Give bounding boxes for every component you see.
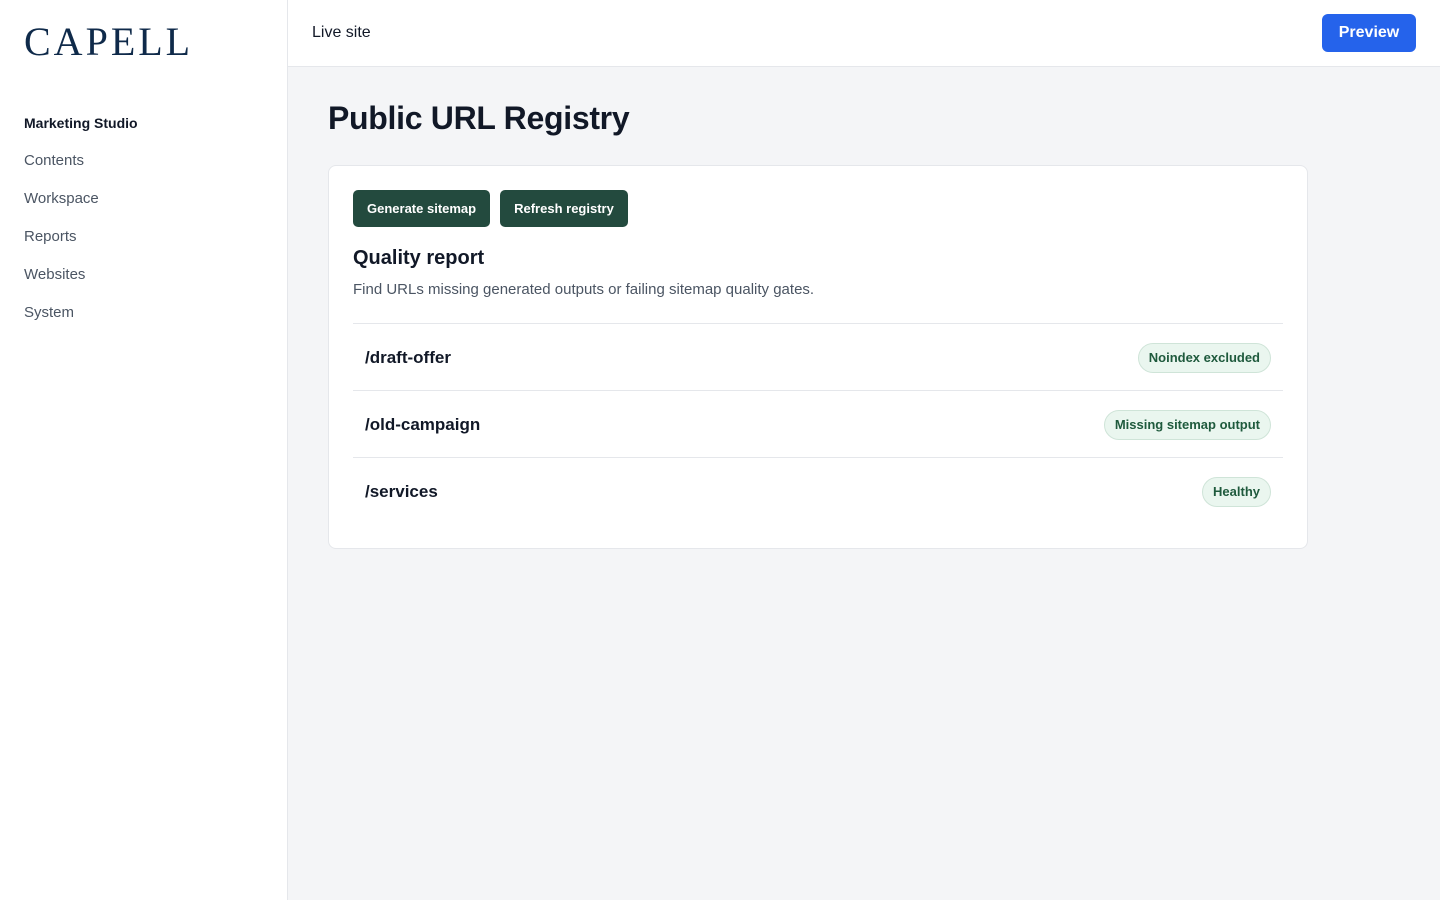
list-item[interactable]: /old-campaign Missing sitemap output bbox=[353, 390, 1283, 457]
page-title: Public URL Registry bbox=[328, 100, 630, 136]
sidebar-item-system[interactable]: System bbox=[24, 304, 264, 342]
status-badge: Missing sitemap output bbox=[1103, 410, 1271, 440]
url-path: /old-campaign bbox=[365, 415, 481, 434]
refresh-registry-button[interactable]: Refresh registry bbox=[500, 190, 628, 227]
main-content: Live site Preview Public URL Registry Ge… bbox=[288, 0, 1440, 900]
sidebar-nav: Marketing Studio Contents Workspace Repo… bbox=[24, 114, 264, 342]
url-path: /draft-offer bbox=[365, 348, 451, 367]
sidebar-item-websites[interactable]: Websites bbox=[24, 266, 264, 304]
status-badge: Noindex excluded bbox=[1137, 343, 1271, 373]
sidebar-item-marketing-studio[interactable]: Marketing Studio bbox=[24, 114, 264, 152]
registry-card: Generate sitemap Refresh registry Qualit… bbox=[328, 165, 1308, 549]
app-shell: CAPELL Marketing Studio Contents Workspa… bbox=[0, 0, 1440, 900]
topbar-title[interactable]: Live site bbox=[312, 24, 371, 42]
sidebar-item-workspace[interactable]: Workspace bbox=[24, 190, 264, 228]
status-badge: Healthy bbox=[1202, 477, 1271, 507]
sidebar-item-contents[interactable]: Contents bbox=[24, 152, 264, 190]
quality-report-title: Quality report bbox=[353, 247, 485, 269]
url-path: /services bbox=[365, 482, 438, 501]
sidebar-item-reports[interactable]: Reports bbox=[24, 228, 264, 266]
topbar: Live site Preview bbox=[288, 0, 1440, 67]
sidebar: CAPELL Marketing Studio Contents Workspa… bbox=[0, 0, 288, 900]
generate-sitemap-button[interactable]: Generate sitemap bbox=[353, 190, 491, 227]
quality-report-description: Find URLs missing generated outputs or f… bbox=[353, 281, 815, 298]
list-item[interactable]: /draft-offer Noindex excluded bbox=[353, 323, 1283, 390]
url-list: /draft-offer Noindex excluded /old-campa… bbox=[353, 323, 1283, 524]
list-item[interactable]: /services Healthy bbox=[353, 457, 1283, 524]
action-bar: Generate sitemap Refresh registry bbox=[353, 190, 628, 227]
brand-logo[interactable]: CAPELL bbox=[24, 18, 193, 65]
preview-button[interactable]: Preview bbox=[1322, 14, 1416, 52]
